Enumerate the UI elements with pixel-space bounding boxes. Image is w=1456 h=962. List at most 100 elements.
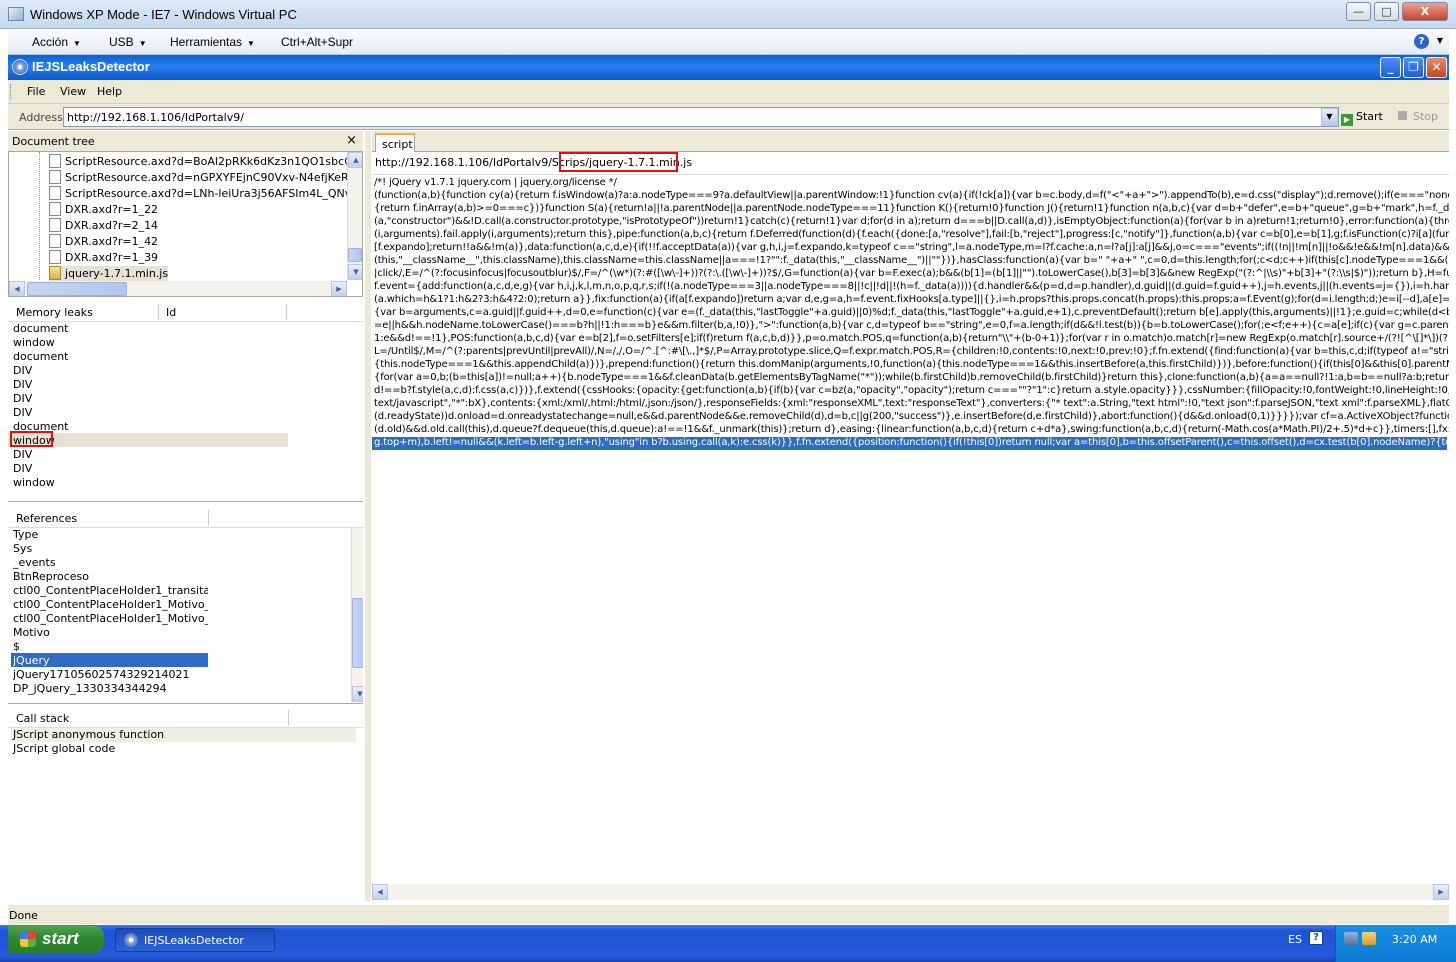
list-item[interactable]: ctl00_ContentPlaceHolder1_Motivo_b... (13, 612, 208, 626)
references-column[interactable]: References (16, 512, 77, 525)
list-item[interactable]: DIV (13, 378, 32, 392)
app-close-button[interactable]: ✕ (1426, 57, 1447, 78)
scroll-down-icon[interactable]: ▼ (352, 686, 363, 702)
help-icon[interactable]: ? (1414, 34, 1429, 49)
start-button[interactable]: start (8, 926, 104, 953)
scroll-thumb[interactable] (352, 598, 363, 668)
taskbar-app-button[interactable]: IEJSLeaksDetector (115, 928, 275, 952)
network-icon[interactable] (1344, 932, 1358, 945)
clock[interactable]: 3:20 AM (1392, 933, 1437, 946)
list-item[interactable]: ctl00_ContentPlaceHolder1_Motivo_b... (13, 598, 208, 612)
menu-herramientas[interactable]: Herramientas ▼ (170, 35, 255, 49)
tree-item-label: ScriptResource.axd?d=nGPXYFEjnC90Vxv-N4e… (65, 171, 363, 184)
tree-item[interactable]: ScriptResource.axd?d=nGPXYFEjnC90Vxv-N4e… (49, 170, 363, 186)
tree-item[interactable]: DXR.axd?r=2_14 (49, 218, 158, 234)
tree-item-label: DXR.axd?r=1_22 (65, 203, 159, 216)
menu-help[interactable]: Help (97, 85, 122, 98)
list-item[interactable]: BtnReproceso (13, 570, 208, 584)
tree-item[interactable]: DXR.axd?r=1_42 (49, 234, 158, 250)
memory-leaks-column[interactable]: Memory leaks (16, 306, 93, 319)
app-maximize-button[interactable]: ❐ (1403, 57, 1424, 78)
start-button[interactable]: ▶ Start (1341, 110, 1383, 126)
scroll-thumb[interactable] (27, 282, 127, 296)
start-label: Start (1356, 110, 1383, 123)
menu-usb[interactable]: USB ▼ (109, 35, 147, 49)
app-minimize-button[interactable]: _ (1380, 57, 1401, 78)
list-item[interactable]: DIV (13, 392, 32, 406)
scroll-left-icon[interactable]: ◀ (372, 884, 388, 900)
list-item[interactable]: DIV (13, 462, 32, 476)
list-item-selected[interactable]: jQuery (13, 654, 208, 668)
script-source-view[interactable]: /*! jQuery v1.7.1 jquery.com | jquery.or… (372, 174, 1449, 900)
menu-file[interactable]: File (27, 85, 45, 98)
script-horizontal-scrollbar[interactable]: ◀ ▶ (372, 884, 1449, 900)
chevron-down-icon[interactable]: ▼ (1321, 108, 1338, 126)
scroll-right-icon[interactable]: ▶ (331, 281, 347, 296)
help-icon[interactable]: ? (1309, 931, 1323, 945)
tab-script[interactable]: script (375, 133, 415, 153)
host-title-bar: Windows XP Mode - IE7 - Windows Virtual … (0, 0, 1456, 29)
tree-item-label: jquery-1.7.1.min.js (65, 267, 169, 280)
host-maximize-button[interactable]: □ (1374, 2, 1399, 21)
address-input[interactable] (63, 107, 1339, 127)
tree-horizontal-scrollbar[interactable]: ◀ ▶ (9, 281, 347, 296)
list-item[interactable]: Motivo (13, 626, 208, 640)
column-divider[interactable] (158, 304, 159, 320)
call-stack-list[interactable]: JScript anonymous function JScript globa… (8, 728, 363, 898)
tree-item[interactable]: ScriptResource.axd?d=BoAl2pRKk6dKz3n1QO1… (49, 154, 362, 170)
references-list[interactable]: Type Sys _events BtnReproceso ctl00_Cont… (8, 528, 363, 704)
stop-button[interactable]: Stop (1398, 110, 1438, 123)
memory-leaks-list[interactable]: document window document DIV DIV DIV DIV… (8, 322, 363, 502)
list-item[interactable]: document (13, 350, 69, 364)
code-line: text/javascript","*":bX},contents:{xml:/… (374, 398, 1449, 409)
tree-vertical-scrollbar[interactable]: ▲ ▼ (347, 152, 362, 280)
menu-ctrl-alt-supr[interactable]: Ctrl+Alt+Supr (281, 35, 353, 49)
toolbar-grip[interactable] (10, 84, 13, 100)
menu-accion[interactable]: Acción ▼ (32, 35, 81, 49)
close-icon[interactable]: × (346, 133, 357, 148)
list-item[interactable]: Sys (13, 542, 208, 556)
id-column[interactable]: Id (166, 306, 176, 319)
chevron-down-icon[interactable]: ▼ (1437, 36, 1443, 45)
document-tree[interactable]: ScriptResource.axd?d=BoAl2pRKk6dKz3n1QO1… (8, 151, 363, 297)
column-divider[interactable] (286, 304, 287, 320)
list-item[interactable]: window (13, 336, 55, 350)
column-divider[interactable] (288, 710, 289, 726)
host-minimize-button[interactable]: — (1346, 2, 1371, 21)
host-close-button[interactable]: X (1402, 2, 1448, 21)
column-divider[interactable] (208, 510, 209, 526)
tree-item-selected[interactable]: jquery-1.7.1.min.js (49, 266, 169, 282)
scroll-up-icon[interactable]: ▲ (348, 152, 362, 168)
tree-item[interactable]: DXR.axd?r=1_22 (49, 202, 158, 218)
security-shield-icon[interactable] (1362, 932, 1376, 945)
tree-item[interactable]: DXR.axd?r=1_39 (49, 250, 158, 266)
scroll-left-icon[interactable]: ◀ (9, 281, 25, 296)
code-line: {for(var a=0,b;(b=this[a])!=null;a++){b.… (374, 372, 1449, 383)
tree-item-label: ScriptResource.axd?d=LNh-leiUra3j56AFSIm… (65, 187, 363, 200)
tree-item[interactable]: ScriptResource.axd?d=LNh-leiUra3j56AFSIm… (49, 186, 363, 202)
list-item[interactable]: JScript anonymous function (13, 728, 164, 742)
list-item[interactable]: DP_jQuery_1330334344294 (13, 682, 208, 696)
list-item[interactable]: $ (13, 640, 208, 654)
call-stack-column[interactable]: Call stack (16, 712, 69, 725)
references-vertical-scrollbar[interactable]: ▲ ▼ (351, 528, 363, 702)
list-item[interactable]: ctl00_ContentPlaceHolder1_transita (13, 584, 208, 598)
list-item[interactable]: JScript global code (13, 742, 115, 756)
list-item[interactable]: _events (13, 556, 208, 570)
menu-view[interactable]: View (60, 85, 86, 98)
list-item[interactable]: Type (13, 528, 208, 542)
language-indicator[interactable]: ES (1288, 933, 1302, 946)
list-item[interactable]: DIV (13, 364, 32, 378)
gear-icon (124, 933, 138, 947)
list-item[interactable]: document (13, 322, 69, 336)
menu-herramientas-label: Herramientas (170, 35, 243, 49)
scroll-right-icon[interactable]: ▶ (1433, 884, 1449, 900)
scroll-thumb[interactable] (348, 248, 362, 262)
scroll-down-icon[interactable]: ▼ (348, 264, 362, 280)
list-item[interactable]: window (13, 476, 55, 490)
pane-splitter[interactable] (365, 131, 371, 901)
list-item[interactable]: DIV (13, 448, 32, 462)
list-item[interactable]: jQuery17105602574329214021 (13, 668, 208, 682)
code-line: (this,"__className__",this.className),th… (374, 255, 1449, 266)
list-item[interactable]: DIV (13, 406, 32, 420)
